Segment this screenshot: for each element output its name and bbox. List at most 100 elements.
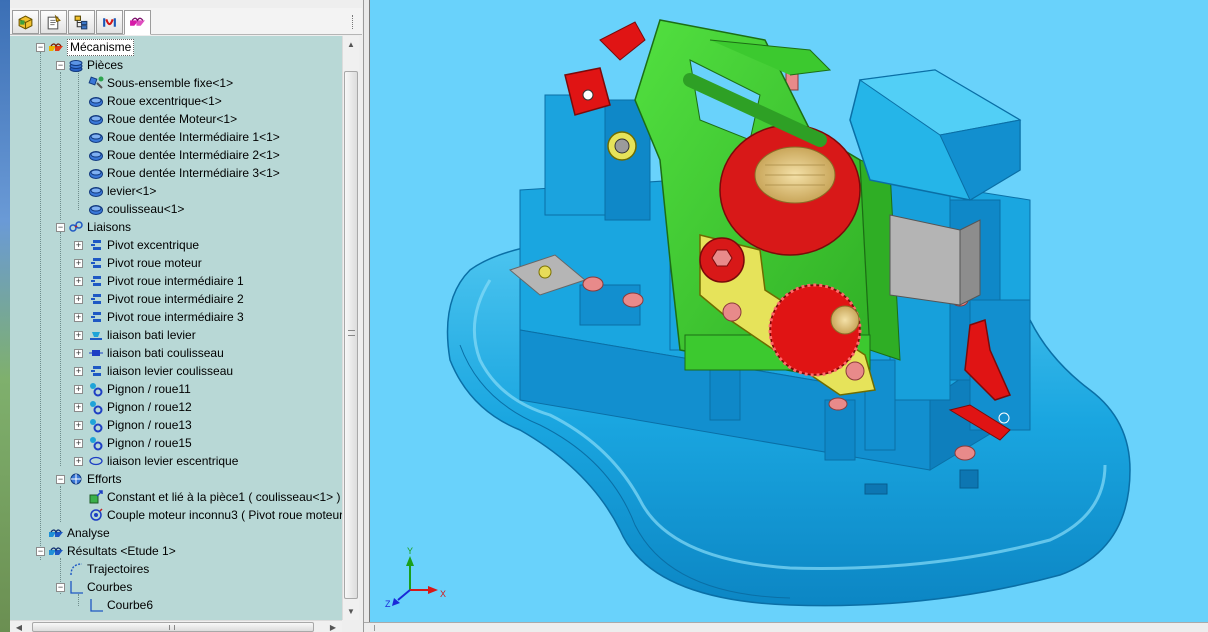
property-manager-tab[interactable] <box>40 10 67 34</box>
motor-block[interactable] <box>889 214 981 306</box>
links-collapse-toggle[interactable]: − <box>56 223 65 232</box>
motor-gear[interactable] <box>719 124 861 256</box>
link-item[interactable]: Pignon / roue13 <box>88 416 192 434</box>
link-expand-toggle[interactable]: + <box>74 439 83 448</box>
part-item[interactable]: levier<1> <box>88 182 156 200</box>
constant-force-icon <box>88 489 104 505</box>
property-manager-icon <box>47 14 61 29</box>
links-icon <box>68 219 84 235</box>
results-label: Résultats <Etude 1> <box>67 544 176 558</box>
link-label: Pignon / roue15 <box>107 436 192 450</box>
link-item[interactable]: Pivot roue intermédiaire 3 <box>88 308 244 326</box>
part-item[interactable]: Roue dentée Moteur<1> <box>88 110 237 128</box>
tab-overflow-grip[interactable] <box>352 15 358 29</box>
link-item[interactable]: liaison bati levier <box>88 326 196 344</box>
link-item[interactable]: liaison levier coulisseau <box>88 362 233 380</box>
feature-manager-tab[interactable] <box>12 10 39 34</box>
dimxpert-tab[interactable] <box>96 10 123 34</box>
tree-node-curves[interactable]: Courbes <box>68 578 132 596</box>
effort-item[interactable]: Constant et lié à la pièce1 ( coulisseau… <box>88 488 340 506</box>
efforts-collapse-toggle[interactable]: − <box>56 475 65 484</box>
gear-pair-icon <box>88 417 104 433</box>
tree-horizontal-scrollbar[interactable]: ◀ ▶ <box>10 620 342 632</box>
link-label: Pivot excentrique <box>107 238 200 252</box>
link-item[interactable]: Pivot excentrique <box>88 236 199 254</box>
part-icon <box>88 147 104 163</box>
link-expand-toggle[interactable]: + <box>74 241 83 250</box>
link-expand-toggle[interactable]: + <box>74 313 83 322</box>
link-expand-toggle[interactable]: + <box>74 349 83 358</box>
part-item[interactable]: Roue dentée Intermédiaire 3<1> <box>88 164 280 182</box>
scroll-down-arrow-icon[interactable]: ▼ <box>343 603 359 620</box>
curve-item[interactable]: Courbe6 <box>88 596 153 614</box>
part-item[interactable]: Roue dentée Intermédiaire 1<1> <box>88 128 280 146</box>
mechanism-3d-model[interactable]: Y X Z <box>370 0 1208 622</box>
link-item[interactable]: liaison levier escentrique <box>88 452 238 470</box>
tree-node-analysis[interactable]: Analyse <box>48 524 110 542</box>
root-collapse-toggle[interactable]: − <box>36 43 45 52</box>
curves-collapse-toggle[interactable]: − <box>56 583 65 592</box>
part-label: levier<1> <box>107 184 157 198</box>
parts-collapse-toggle[interactable]: − <box>56 61 65 70</box>
part-label: coulisseau<1> <box>107 202 185 216</box>
viewport-status-strip <box>364 622 1208 632</box>
link-expand-toggle[interactable]: + <box>74 331 83 340</box>
part-label: Sous-ensemble fixe<1> <box>107 76 234 90</box>
tree-node-trajectories[interactable]: Trajectoires <box>68 560 149 578</box>
mechanism-tree-tab[interactable] <box>124 10 151 35</box>
fixed-subassembly-icon <box>88 75 104 91</box>
link-label: liaison levier coulisseau <box>107 364 234 378</box>
tree-node-results[interactable]: Résultats <Etude 1> <box>48 542 176 560</box>
link-expand-toggle[interactable]: + <box>74 367 83 376</box>
tree-node-efforts[interactable]: Efforts <box>68 470 121 488</box>
tree-root-label: Mécanisme <box>67 38 135 56</box>
effort-item[interactable]: Couple moteur inconnu3 ( Pivot roue mote… <box>88 506 342 524</box>
triad-z-label: Z <box>385 599 391 609</box>
link-expand-toggle[interactable]: + <box>74 421 83 430</box>
tree-node-parts[interactable]: Pièces <box>68 56 123 74</box>
part-item[interactable]: coulisseau<1> <box>88 200 184 218</box>
link-expand-toggle[interactable]: + <box>74 259 83 268</box>
link-expand-toggle[interactable]: + <box>74 457 83 466</box>
part-item[interactable]: Roue excentrique<1> <box>88 92 222 110</box>
curve-icon <box>88 597 104 613</box>
link-item[interactable]: liaison bati coulisseau <box>88 344 224 362</box>
link-expand-toggle[interactable]: + <box>74 385 83 394</box>
scroll-left-arrow-icon[interactable]: ◀ <box>12 621 26 632</box>
vertical-scroll-thumb[interactable] <box>344 71 358 599</box>
triad-x-label: X <box>440 589 446 599</box>
part-item[interactable]: Sous-ensemble fixe<1> <box>88 74 233 92</box>
link-item[interactable]: Pignon / roue15 <box>88 434 192 452</box>
link-item[interactable]: Pivot roue intermédiaire 2 <box>88 290 244 308</box>
tree-node-links[interactable]: Liaisons <box>68 218 131 236</box>
scroll-up-arrow-icon[interactable]: ▲ <box>343 36 359 53</box>
link-item[interactable]: Pivot roue moteur <box>88 254 202 272</box>
part-item[interactable]: Roue dentée Intermédiaire 2<1> <box>88 146 280 164</box>
mechanism-icon <box>48 39 64 55</box>
cover-box[interactable] <box>849 69 1022 201</box>
tree-vertical-scrollbar[interactable]: ▲ ▼ <box>342 36 359 620</box>
link-label: Pignon / roue12 <box>107 400 192 414</box>
link-item[interactable]: Pignon / roue12 <box>88 398 192 416</box>
link-expand-toggle[interactable]: + <box>74 295 83 304</box>
part-icon <box>88 111 104 127</box>
parts-stack-icon <box>68 57 84 73</box>
pivot-icon <box>88 255 104 271</box>
link-item[interactable]: Pivot roue intermédiaire 1 <box>88 272 244 290</box>
horizontal-scroll-thumb[interactable] <box>32 622 314 632</box>
part-icon <box>88 165 104 181</box>
link-label: liaison levier escentrique <box>107 454 239 468</box>
link-expand-toggle[interactable]: + <box>74 277 83 286</box>
results-collapse-toggle[interactable]: − <box>36 547 45 556</box>
link-expand-toggle[interactable]: + <box>74 403 83 412</box>
tree-root-mechanism[interactable]: Mécanisme <box>48 38 135 56</box>
intermediate-gear[interactable] <box>768 283 862 377</box>
graphics-viewport[interactable]: Y X Z <box>369 0 1208 622</box>
axis-triad: Y X Z <box>385 546 446 609</box>
scroll-right-arrow-icon[interactable]: ▶ <box>326 621 340 632</box>
efforts-icon <box>68 471 84 487</box>
link-label: liaison bati coulisseau <box>107 346 224 360</box>
link-item[interactable]: Pignon / roue11 <box>88 380 191 398</box>
effort-label: Constant et lié à la pièce1 ( coulisseau… <box>107 490 341 504</box>
configuration-manager-tab[interactable] <box>68 10 95 34</box>
